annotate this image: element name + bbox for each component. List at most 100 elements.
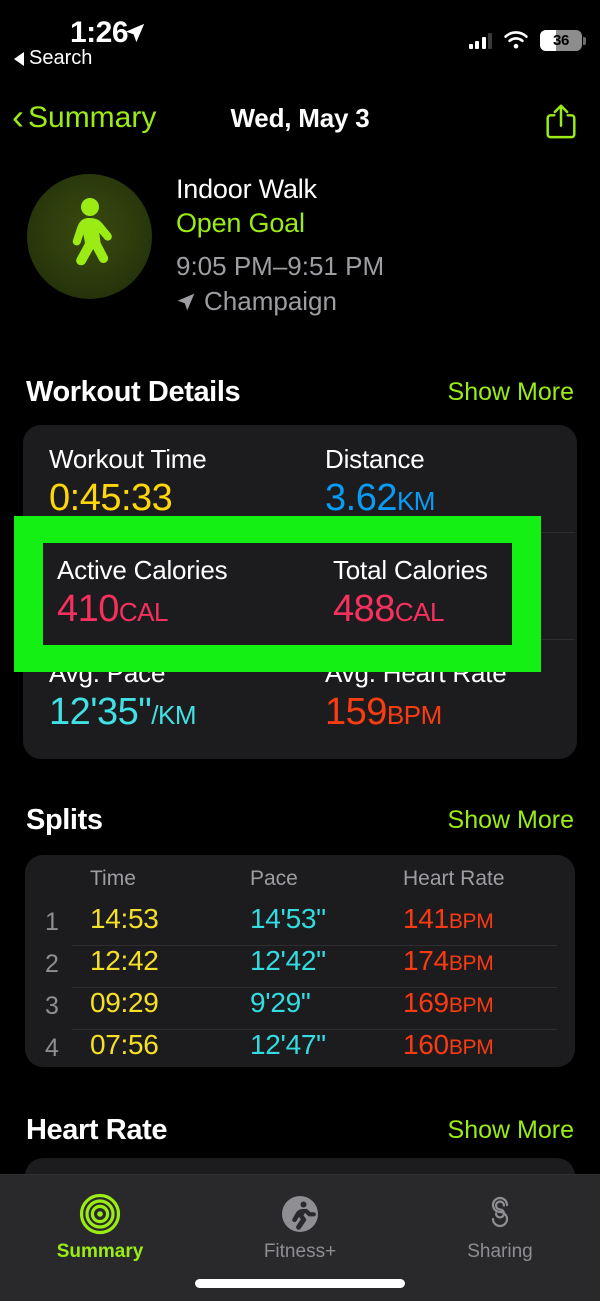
table-row: 2 12:42 12'42" 174BPM	[25, 945, 575, 987]
split-heart-rate: 174BPM	[403, 945, 494, 977]
metric-unit: CAL	[118, 597, 169, 627]
tab-sharing[interactable]: Sharing	[400, 1193, 600, 1263]
metric-value: 0:45:33	[49, 477, 207, 520]
status-bar-indicators: 36	[468, 30, 586, 51]
status-bar-time: 1:26	[70, 16, 129, 49]
metric-label: Distance	[325, 444, 425, 474]
metric-number: 12'35"	[49, 691, 152, 733]
metric-label: Total Calories	[333, 555, 488, 585]
status-bar: 1:26 Search 36	[0, 0, 600, 72]
workout-details-show-more[interactable]: Show More	[448, 378, 574, 407]
split-hr-unit: BPM	[448, 952, 494, 975]
metric-number: 3.62	[325, 477, 397, 519]
split-hr-number: 160	[403, 1029, 449, 1060]
battery-indicator: 36	[540, 30, 586, 51]
metric-total-calories-highlighted: Total Calories 488CAL	[333, 555, 488, 631]
table-row: 3 09:29 9'29" 169BPM	[25, 987, 575, 1029]
navigation-bar: ‹ Summary Wed, May 3	[0, 90, 600, 146]
home-indicator	[195, 1279, 405, 1288]
wifi-icon	[504, 31, 528, 49]
sharing-s-icon	[491, 1196, 509, 1228]
triangle-left-icon	[14, 51, 24, 66]
split-heart-rate: 160BPM	[403, 1029, 494, 1061]
metric-value: 3.62KM	[325, 477, 435, 520]
annotation-highlight-cutout: Active Calories 410CAL Total Calories 48…	[43, 543, 512, 645]
split-hr-number: 169	[403, 987, 449, 1018]
back-to-search-label: Search	[29, 47, 93, 69]
metric-value: 12'35"/KM	[49, 691, 197, 734]
split-time: 12:42	[90, 945, 159, 976]
splits-column-pace: Pace	[250, 867, 298, 890]
split-heart-rate: 141BPM	[403, 903, 494, 935]
annotation-highlight-box: Active Calories 410CAL Total Calories 48…	[14, 516, 541, 672]
split-hr-number: 141	[403, 903, 449, 934]
metric-number: 410	[57, 588, 119, 630]
workout-title: Indoor Walk	[176, 174, 317, 204]
tab-summary[interactable]: Summary	[0, 1193, 200, 1263]
tab-summary-label: Summary	[56, 1241, 144, 1262]
split-hr-unit: BPM	[448, 1036, 494, 1059]
metric-unit: KM	[396, 486, 436, 516]
metric-value: 488CAL	[333, 588, 488, 631]
back-to-search-indicator[interactable]: Search	[14, 47, 92, 70]
split-time: 09:29	[90, 987, 159, 1018]
running-figure-icon	[282, 1196, 318, 1232]
table-row: 4 07:56 12'47" 160BPM	[25, 1029, 575, 1071]
tab-fitness-plus-label: Fitness+	[263, 1241, 337, 1262]
metric-label: Workout Time	[49, 444, 207, 474]
location-arrow-icon	[177, 293, 195, 310]
split-heart-rate: 169BPM	[403, 987, 494, 1019]
metric-number: 159	[325, 691, 387, 733]
split-index: 1	[45, 908, 59, 936]
split-index: 2	[45, 950, 59, 978]
split-time: 07:56	[90, 1029, 159, 1060]
split-hr-unit: BPM	[448, 910, 494, 933]
split-index: 4	[45, 1034, 59, 1062]
activity-rings-icon	[79, 1193, 121, 1235]
workout-details-title: Workout Details	[26, 375, 241, 408]
metric-value: 410CAL	[57, 588, 227, 631]
splits-card: Time Pace Heart Rate 1 14:53 14'53" 141B…	[25, 855, 575, 1067]
workout-header: Indoor Walk Open Goal 9:05 PM–9:51 PM Ch…	[0, 168, 600, 318]
splits-title: Splits	[26, 803, 103, 836]
splits-header: Splits Show More	[0, 800, 600, 840]
workout-type-badge	[27, 174, 152, 299]
splits-show-more[interactable]: Show More	[448, 806, 574, 835]
share-icon[interactable]	[544, 102, 578, 140]
walking-figure-icon	[72, 197, 112, 265]
split-index: 3	[45, 992, 59, 1020]
split-pace: 9'29"	[250, 987, 311, 1018]
table-row: 1 14:53 14'53" 141BPM	[25, 903, 575, 945]
heart-rate-header: Heart Rate Show More	[0, 1110, 600, 1150]
battery-cap	[583, 37, 586, 45]
battery-percent-label: 36	[552, 31, 570, 49]
workout-goal: Open Goal	[176, 208, 305, 238]
metric-unit: BPM	[386, 700, 442, 730]
metric-value: 159BPM	[325, 691, 507, 734]
workout-time-range: 9:05 PM–9:51 PM	[176, 251, 385, 281]
splits-column-time: Time	[90, 867, 136, 890]
split-pace: 12'42"	[250, 945, 326, 976]
workout-location-label: Champaign	[204, 286, 337, 316]
split-pace: 12'47"	[250, 1029, 326, 1060]
split-hr-unit: BPM	[448, 994, 494, 1017]
metric-label: Active Calories	[57, 555, 228, 585]
metric-active-calories-highlighted: Active Calories 410CAL	[57, 555, 228, 631]
split-pace: 14'53"	[250, 903, 326, 934]
metric-unit: /KM	[151, 700, 197, 730]
workout-location: Champaign	[176, 286, 337, 317]
split-time: 14:53	[90, 903, 159, 934]
metric-distance: Distance 3.62KM	[325, 444, 435, 520]
metric-number: 0:45:33	[49, 477, 173, 519]
tab-sharing-label: Sharing	[467, 1241, 533, 1262]
metric-unit: CAL	[394, 597, 445, 627]
metric-workout-time: Workout Time 0:45:33	[49, 444, 207, 520]
location-arrow-icon	[125, 23, 145, 43]
metric-number: 488	[333, 588, 395, 630]
tab-fitness-plus[interactable]: Fitness+	[200, 1193, 400, 1263]
page-title: Wed, May 3	[230, 102, 370, 133]
workout-details-header: Workout Details Show More	[0, 372, 600, 412]
splits-column-heart-rate: Heart Rate	[403, 867, 505, 890]
heart-rate-title: Heart Rate	[26, 1113, 168, 1146]
heart-rate-show-more[interactable]: Show More	[448, 1116, 574, 1145]
